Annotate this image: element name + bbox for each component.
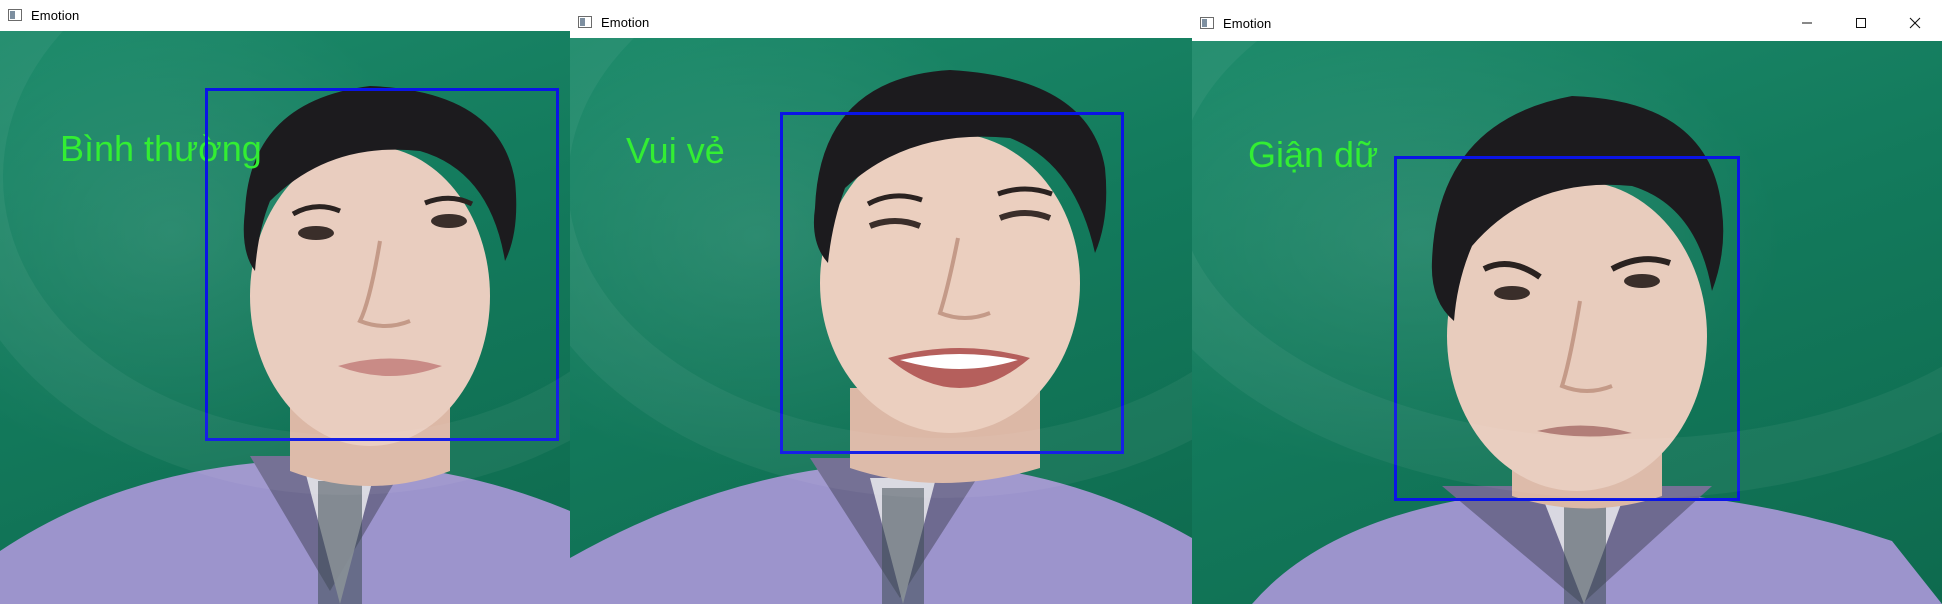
camera-frame: Giận dữ — [1192, 41, 1942, 604]
window-controls — [1780, 8, 1942, 38]
camera-frame: Bình thường — [0, 31, 570, 604]
person-image — [1252, 96, 1942, 604]
maximize-icon[interactable] — [1834, 8, 1888, 38]
face-bounding-box — [205, 88, 559, 441]
face-bounding-box — [1394, 156, 1740, 501]
title-bar[interactable]: Emotion — [0, 0, 570, 30]
window-title: Emotion — [1223, 15, 1272, 31]
person-image — [0, 86, 570, 604]
person-image — [570, 70, 1192, 604]
emotion-label: Bình thường — [60, 128, 262, 169]
face-bounding-box — [780, 112, 1124, 454]
emotion-window-2: Emotion Vui vẻ — [570, 0, 1192, 604]
emotion-window-1: Emotion Bình thường — [0, 0, 570, 604]
title-bar[interactable]: Emotion — [1192, 8, 1942, 38]
title-bar[interactable]: Emotion — [570, 8, 1192, 36]
window-title: Emotion — [31, 7, 80, 23]
emotion-label: Vui vẻ — [626, 130, 725, 171]
emotion-window-3: Emotion Giận dữ — [1192, 0, 1942, 604]
camera-frame: Vui vẻ — [570, 38, 1192, 604]
app-window-icon — [8, 9, 22, 21]
emotion-label: Giận dữ — [1248, 134, 1379, 175]
window-title: Emotion — [601, 14, 650, 30]
app-window-icon — [1200, 17, 1214, 29]
app-window-icon — [578, 16, 592, 28]
close-icon[interactable] — [1888, 8, 1942, 38]
minimize-icon[interactable] — [1780, 8, 1834, 38]
